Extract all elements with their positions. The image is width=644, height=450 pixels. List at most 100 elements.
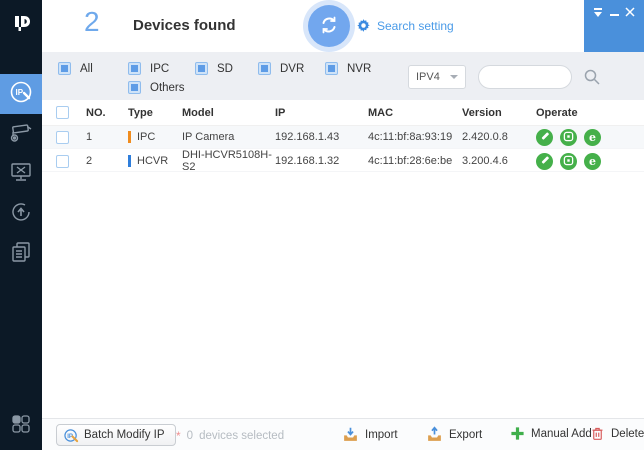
type-color-bar [128, 155, 131, 167]
minimize-icon [610, 14, 619, 16]
cell-no: 1 [86, 131, 128, 143]
sidebar-nav: IP [0, 74, 42, 274]
filter-ipc[interactable]: IPC [128, 62, 169, 75]
close-button[interactable] [624, 7, 636, 19]
config-tool-window: IP [0, 0, 644, 450]
cell-operate: e [528, 129, 644, 146]
filter-all[interactable]: All [58, 62, 93, 75]
manual-add-button[interactable]: Manual Add [510, 426, 592, 441]
modify-ip-icon: IP [8, 79, 34, 110]
open-browser-button[interactable]: e [584, 129, 601, 146]
checkbox-checked-icon [128, 62, 141, 75]
footer-bar: IP Batch Modify IP * 0 devices selected [42, 418, 644, 450]
col-model: Model [182, 107, 275, 119]
minimize-button[interactable] [608, 7, 620, 19]
browser-e-icon: e [589, 132, 596, 143]
titlebar-controls [584, 0, 644, 52]
filter-others[interactable]: Others [128, 81, 185, 94]
sidebar-item-modules[interactable] [0, 408, 42, 444]
search-icon[interactable] [582, 67, 602, 87]
row-checkbox[interactable] [56, 131, 69, 144]
page-title: Devices found [133, 17, 236, 34]
pencil-icon [539, 130, 550, 145]
table-header-row: NO. Type Model IP MAC Version Operate [42, 100, 644, 126]
modules-grid-icon [10, 413, 32, 440]
batch-modify-ip-button[interactable]: IP Batch Modify IP [56, 424, 176, 446]
selection-status: * 0 devices selected [176, 429, 284, 443]
col-no: NO. [86, 107, 128, 119]
sidebar-item-upgrade[interactable] [0, 194, 42, 234]
sidebar: IP [0, 0, 42, 450]
filter-sd[interactable]: SD [195, 62, 233, 75]
header: 2 Devices found [42, 0, 644, 52]
plus-icon [510, 426, 525, 441]
filter-sd-label: SD [217, 63, 233, 75]
svg-text:IP: IP [16, 88, 24, 97]
cell-type: HCVR [128, 155, 182, 167]
chevron-down-icon [450, 75, 458, 79]
filter-bar: All IPC SD DVR NVR Others [42, 52, 644, 100]
filter-nvr[interactable]: NVR [325, 62, 371, 75]
select-all-checkbox[interactable] [56, 106, 69, 119]
filter-ipc-label: IPC [150, 63, 169, 75]
cell-ip: 192.168.1.32 [275, 155, 368, 167]
documents-icon [8, 239, 34, 270]
sidebar-item-system-settings[interactable] [0, 154, 42, 194]
required-mark: * [176, 429, 181, 443]
delete-button[interactable]: Delete [590, 426, 644, 441]
col-type: Type [128, 107, 182, 119]
edit-device-button[interactable] [536, 153, 553, 170]
checkbox-checked-icon [325, 62, 338, 75]
col-version: Version [462, 107, 528, 119]
cell-model: IP Camera [182, 131, 275, 143]
main-area: 2 Devices found [42, 0, 644, 450]
cell-operate: e [528, 153, 644, 170]
filter-dvr[interactable]: DVR [258, 62, 304, 75]
trash-icon [590, 426, 605, 441]
device-table: NO. Type Model IP MAC Version Operate 1 … [42, 100, 644, 418]
sidebar-item-device-config[interactable] [0, 114, 42, 154]
table-row[interactable]: 2 HCVR DHI-HCVR5108H-S2 192.168.1.32 4c:… [42, 149, 644, 172]
table-row[interactable]: 1 IPC IP Camera 192.168.1.43 4c:11:bf:8a… [42, 126, 644, 149]
selected-count: 0 [187, 430, 193, 442]
refresh-button[interactable] [308, 5, 350, 47]
app-logo-icon [0, 0, 42, 46]
search-setting-button[interactable]: Search setting [356, 18, 454, 33]
details-icon [563, 154, 574, 169]
checkbox-checked-icon [58, 62, 71, 75]
edit-device-button[interactable] [536, 129, 553, 146]
camera-config-icon [8, 119, 34, 150]
device-details-button[interactable] [560, 129, 577, 146]
pencil-icon [539, 154, 550, 169]
refresh-icon [317, 13, 341, 40]
type-color-bar [128, 131, 131, 143]
filter-nvr-label: NVR [347, 63, 371, 75]
open-browser-button[interactable]: e [584, 153, 601, 170]
devices-count: 2 [84, 6, 100, 38]
selected-label: devices selected [199, 430, 284, 442]
cell-ip: 192.168.1.43 [275, 131, 368, 143]
collapse-icon [593, 8, 603, 18]
checkbox-checked-icon [258, 62, 271, 75]
checkbox-checked-icon [128, 81, 141, 94]
gear-icon [356, 18, 371, 33]
col-ip: IP [275, 107, 368, 119]
cell-version: 2.420.0.8 [462, 131, 528, 143]
monitor-tools-icon [8, 159, 34, 190]
filter-others-label: Others [150, 82, 185, 94]
close-icon [625, 4, 635, 22]
sidebar-item-device-info[interactable] [0, 234, 42, 274]
cell-no: 2 [86, 155, 128, 167]
sidebar-item-modify-ip[interactable]: IP [0, 74, 42, 114]
col-mac: MAC [368, 107, 462, 119]
export-button[interactable]: Export [426, 426, 482, 443]
import-button[interactable]: Import [342, 426, 398, 443]
row-checkbox[interactable] [56, 155, 69, 168]
device-details-button[interactable] [560, 153, 577, 170]
upgrade-icon [8, 199, 34, 230]
search-input[interactable] [478, 65, 572, 89]
filter-dvr-label: DVR [280, 63, 304, 75]
protocol-select[interactable]: IPV4 [408, 65, 466, 89]
collapse-button[interactable] [592, 7, 604, 19]
cell-mac: 4c:11:bf:8a:93:19 [368, 131, 462, 143]
